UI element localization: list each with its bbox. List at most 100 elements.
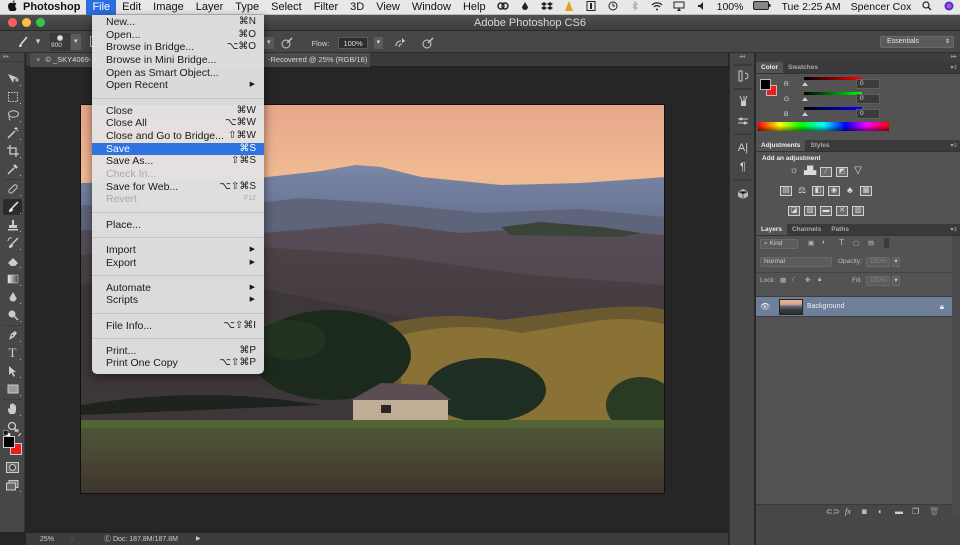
- tab-adjustments[interactable]: Adjustments: [756, 140, 806, 151]
- menu-item-export[interactable]: Export ▶: [92, 257, 264, 270]
- gradient-map-icon[interactable]: ▥: [852, 206, 864, 216]
- channel-mixer-icon[interactable]: ♣: [844, 186, 856, 196]
- default-colors-icon[interactable]: [3, 425, 11, 438]
- magic-wand-tool-icon[interactable]: [3, 125, 22, 141]
- filter-shape-icon[interactable]: ▢: [853, 239, 859, 247]
- proof-setup-icon[interactable]: ◌: [70, 533, 74, 545]
- menu-item-open-recent[interactable]: Open Recent ▶: [92, 79, 264, 92]
- menu-item-open[interactable]: Open... ⌘O: [92, 29, 264, 42]
- red-slider-thumb[interactable]: [802, 82, 808, 86]
- lasso-tool-icon[interactable]: [3, 107, 22, 123]
- path-selection-tool-icon[interactable]: [3, 363, 22, 379]
- color-balance-icon[interactable]: ⚖: [796, 186, 808, 196]
- swap-colors-icon[interactable]: [14, 424, 22, 437]
- hue-saturation-icon[interactable]: ▤: [780, 186, 792, 196]
- menu-layer[interactable]: Layer: [190, 0, 230, 15]
- menu-item-close-and-go-to-bridge[interactable]: Close and Go to Bridge... ⇧⌘W: [92, 130, 264, 143]
- menu-item-import[interactable]: Import ▶: [92, 244, 264, 257]
- creative-cloud-icon[interactable]: [492, 1, 514, 14]
- menu-item-open-as-smart-object[interactable]: Open as Smart Object...: [92, 67, 264, 80]
- airplay-icon[interactable]: [668, 1, 690, 14]
- brush-presets-panel-icon[interactable]: [734, 93, 752, 109]
- battery-icon[interactable]: [748, 1, 776, 13]
- tab-color[interactable]: Color: [756, 62, 783, 73]
- posterize-icon[interactable]: ▨: [804, 206, 816, 216]
- new-adjustment-layer-icon[interactable]: ◐: [878, 507, 883, 516]
- 3d-panel-icon[interactable]: [734, 186, 752, 202]
- dropbox-icon[interactable]: [536, 1, 558, 14]
- spotlight-search-icon[interactable]: [916, 0, 938, 14]
- filter-type-icon[interactable]: T: [839, 238, 844, 247]
- workspace-switcher[interactable]: Essentials ⇕: [880, 36, 954, 48]
- menu-item-scripts[interactable]: Scripts ▶: [92, 294, 264, 307]
- volume-icon[interactable]: [690, 1, 712, 14]
- tab-layers[interactable]: Layers: [756, 224, 787, 235]
- black-white-icon[interactable]: ◧: [812, 186, 824, 196]
- flow-input[interactable]: 100%: [338, 37, 368, 49]
- menu-item-save-for-web[interactable]: Save for Web... ⌥⇧⌘S: [92, 181, 264, 194]
- menu-item-browse-in-mini-bridge[interactable]: Browse in Mini Bridge...: [92, 54, 264, 67]
- menu-item-save[interactable]: Save ⌘S: [92, 142, 264, 156]
- exposure-icon[interactable]: ◩: [836, 167, 848, 177]
- blend-mode-select[interactable]: Normal: [760, 257, 832, 267]
- dodge-tool-icon[interactable]: [3, 307, 22, 323]
- user-name[interactable]: Spencer Cox: [846, 1, 917, 13]
- filter-smart-object-icon[interactable]: ▤: [868, 239, 874, 247]
- menu-window[interactable]: Window: [406, 0, 457, 15]
- dock-collapse-grip[interactable]: ◂◂: [730, 53, 754, 62]
- close-tab-icon[interactable]: ×: [36, 55, 40, 64]
- gradient-tool-icon[interactable]: [3, 271, 22, 287]
- menu-view[interactable]: View: [370, 0, 406, 15]
- panel-menu-icon[interactable]: ▾≡: [950, 142, 957, 149]
- brightness-contrast-icon[interactable]: ☼: [788, 166, 800, 177]
- menu-item-save-as[interactable]: Save As... ⇧⌘S: [92, 155, 264, 168]
- history-panel-icon[interactable]: [734, 68, 752, 84]
- zoom-level[interactable]: 25%: [40, 533, 54, 545]
- lock-position-icon[interactable]: ✥: [805, 276, 810, 284]
- color-foreground-swatch[interactable]: [760, 79, 771, 90]
- healing-brush-tool-icon[interactable]: [3, 181, 22, 197]
- menu-item-print-one-copy[interactable]: Print One Copy ⌥⇧⌘P: [92, 357, 264, 370]
- opacity-input[interactable]: 100%: [866, 257, 890, 267]
- eyedropper-tool-icon[interactable]: [3, 161, 22, 177]
- blue-slider-thumb[interactable]: [802, 112, 808, 116]
- blue-value-input[interactable]: 0: [856, 109, 880, 119]
- foreground-color-swatch[interactable]: [3, 436, 15, 448]
- color-lookup-icon[interactable]: ▦: [860, 186, 872, 196]
- layer-name[interactable]: Background: [807, 303, 844, 310]
- curves-icon[interactable]: ∕: [820, 167, 832, 177]
- layer-visibility-eye-icon[interactable]: 👁︎: [760, 302, 770, 311]
- delete-layer-trash-icon[interactable]: 🗑︎: [929, 507, 939, 516]
- menu-3d[interactable]: 3D: [344, 0, 370, 15]
- menu-item-close[interactable]: Close ⌘W: [92, 105, 264, 118]
- status-menu-arrow-icon[interactable]: ▶: [196, 533, 201, 545]
- menu-item-place[interactable]: Place...: [92, 219, 264, 232]
- add-mask-icon[interactable]: ◙: [862, 507, 867, 516]
- menu-item-automate[interactable]: Automate ▶: [92, 282, 264, 295]
- brush-size-dropdown[interactable]: ▾: [71, 33, 81, 50]
- layers-scrollbar[interactable]: [952, 236, 960, 518]
- onepassword-icon[interactable]: [580, 0, 602, 14]
- brush-size-picker[interactable]: 900: [50, 32, 70, 51]
- layer-filter-kind-select[interactable]: ⌕ Kind: [760, 239, 798, 249]
- tool-presets-panel-icon[interactable]: [734, 113, 752, 129]
- fill-dropdown[interactable]: ▾: [892, 276, 900, 286]
- brush-preset-icon[interactable]: [12, 34, 34, 50]
- menu-item-new[interactable]: New... ⌘N: [92, 16, 264, 29]
- menu-file[interactable]: File: [86, 0, 117, 15]
- color-spectrum-ramp[interactable]: [758, 122, 889, 131]
- blue-slider[interactable]: [804, 107, 862, 110]
- hand-tool-icon[interactable]: [3, 401, 22, 417]
- menu-item-close-all[interactable]: Close All ⌥⌘W: [92, 117, 264, 130]
- new-group-folder-icon[interactable]: ▬: [895, 507, 903, 516]
- menu-app-photoshop[interactable]: Photoshop: [17, 0, 86, 15]
- crop-tool-icon[interactable]: [3, 143, 22, 159]
- history-brush-tool-icon[interactable]: [3, 235, 22, 251]
- wifi-icon[interactable]: [646, 1, 668, 14]
- filter-adjustment-icon[interactable]: ◐: [822, 239, 826, 246]
- quick-mask-icon[interactable]: [3, 459, 22, 475]
- levels-icon[interactable]: ▟▙: [804, 167, 816, 177]
- layer-row-background[interactable]: 👁︎ Background 🔒︎: [756, 296, 952, 317]
- menu-type[interactable]: Type: [229, 0, 265, 15]
- filter-toggle-switch[interactable]: [884, 238, 889, 248]
